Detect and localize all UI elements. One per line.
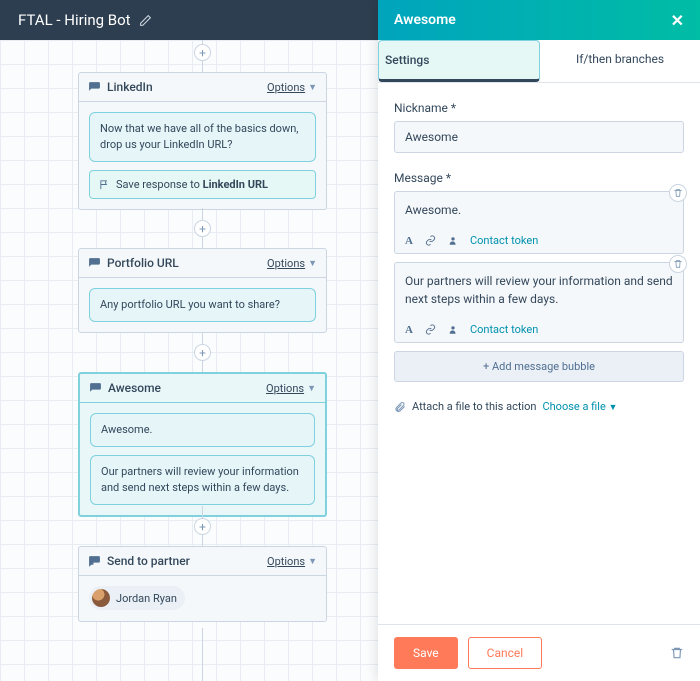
save-response-action[interactable]: Save response to LinkedIn URL: [89, 170, 316, 199]
message-toolbar: A Contact token: [395, 228, 683, 253]
link-icon[interactable]: [425, 235, 436, 246]
flag-icon: [99, 179, 110, 190]
field-message: Message * Awesome. A Contact token Our p…: [394, 171, 684, 382]
message-editor[interactable]: Awesome. A Contact token: [394, 191, 684, 254]
add-message-bubble-button[interactable]: + Add message bubble: [394, 351, 684, 382]
node-body: Awesome. Our partners will review your i…: [80, 403, 325, 515]
message-icon: [88, 81, 101, 94]
flow-canvas[interactable]: + LinkedIn Options ▼ Now that we have al…: [0, 40, 378, 681]
node-header: Awesome Options ▼: [80, 374, 325, 403]
message-bubble[interactable]: Awesome.: [90, 413, 315, 447]
settings-panel: Awesome ✕ Settings If/then branches Nick…: [378, 0, 700, 681]
node-body: Now that we have all of the basics down,…: [79, 102, 326, 209]
chevron-down-icon: ▼: [308, 556, 317, 567]
personalize-icon[interactable]: [448, 325, 458, 335]
connector: [202, 506, 203, 518]
node-options-button[interactable]: Options: [267, 555, 305, 568]
node-linkedin[interactable]: LinkedIn Options ▼ Now that we have all …: [78, 72, 327, 210]
node-title: Portfolio URL: [107, 256, 267, 270]
connector: [202, 237, 203, 248]
chevron-down-icon: ▼: [308, 258, 317, 269]
tab-settings[interactable]: Settings: [378, 40, 540, 82]
font-icon[interactable]: A: [405, 324, 413, 336]
node-header: Portfolio URL Options ▼: [79, 249, 326, 278]
node-portfolio[interactable]: Portfolio URL Options ▼ Any portfolio UR…: [78, 248, 327, 333]
message-bubble[interactable]: Now that we have all of the basics down,…: [89, 112, 316, 162]
tab-branches[interactable]: If/then branches: [540, 40, 700, 82]
person-name: Jordan Ryan: [116, 592, 177, 605]
add-node-button[interactable]: +: [194, 344, 211, 361]
node-title: Send to partner: [107, 554, 267, 568]
edit-title-icon[interactable]: [139, 14, 152, 27]
nickname-input[interactable]: [394, 121, 684, 153]
add-node-button[interactable]: +: [194, 518, 211, 535]
save-button[interactable]: Save: [394, 637, 458, 669]
attach-label: Attach a file to this action: [412, 400, 536, 413]
message-toolbar: A Contact token: [395, 317, 683, 342]
connector: [202, 535, 203, 546]
node-header: LinkedIn Options ▼: [79, 73, 326, 102]
node-send-partner[interactable]: Send to partner Options ▼ Jordan Ryan: [78, 546, 327, 622]
message-icon: [89, 382, 102, 395]
page-title: FTAL - Hiring Bot: [18, 11, 131, 29]
node-options-button[interactable]: Options: [266, 382, 304, 395]
message-icon: [88, 257, 101, 270]
message-text[interactable]: Awesome.: [395, 192, 683, 228]
connector: [202, 208, 203, 220]
nickname-label: Nickname *: [394, 101, 684, 115]
panel-header: Awesome ✕: [378, 0, 700, 40]
cancel-button[interactable]: Cancel: [468, 637, 543, 669]
attach-file-row: Attach a file to this action Choose a fi…: [394, 400, 684, 413]
panel-body: Nickname * Message * Awesome. A Contact …: [378, 83, 700, 624]
node-options-button[interactable]: Options: [267, 257, 305, 270]
connector: [202, 361, 203, 372]
node-options-button[interactable]: Options: [267, 81, 305, 94]
panel-title: Awesome: [394, 12, 456, 28]
close-icon[interactable]: ✕: [671, 11, 684, 30]
delete-bubble-icon[interactable]: [669, 255, 687, 273]
personalize-icon[interactable]: [448, 236, 458, 246]
chevron-down-icon: ▼: [308, 82, 317, 93]
message-editor[interactable]: Our partners will review your informatio…: [394, 262, 684, 343]
choose-file-link[interactable]: Choose a file ▼: [542, 400, 617, 413]
node-title: LinkedIn: [107, 80, 267, 94]
node-body: Any portfolio URL you want to share?: [79, 278, 326, 332]
message-bubble[interactable]: Our partners will review your informatio…: [90, 455, 315, 505]
contact-token-link[interactable]: Contact token: [470, 323, 538, 336]
contact-token-link[interactable]: Contact token: [470, 234, 538, 247]
avatar: [92, 589, 110, 607]
agent-icon: [88, 555, 101, 568]
add-node-button[interactable]: +: [194, 220, 211, 237]
panel-footer: Save Cancel: [378, 624, 700, 681]
person-chip[interactable]: Jordan Ryan: [89, 586, 185, 610]
delete-bubble-icon[interactable]: [669, 184, 687, 202]
node-title: Awesome: [108, 381, 266, 395]
chevron-down-icon: ▼: [609, 403, 618, 413]
node-header: Send to partner Options ▼: [79, 547, 326, 576]
chevron-down-icon: ▼: [307, 383, 316, 394]
attachment-icon: [394, 401, 406, 413]
connector: [202, 332, 203, 344]
add-node-button[interactable]: +: [194, 44, 211, 61]
connector: [202, 628, 203, 681]
node-body: Jordan Ryan: [79, 576, 326, 621]
message-bubble[interactable]: Any portfolio URL you want to share?: [89, 288, 316, 322]
action-text: Save response to LinkedIn URL: [116, 178, 268, 191]
message-label: Message *: [394, 171, 684, 185]
message-text[interactable]: Our partners will review your informatio…: [395, 263, 683, 317]
font-icon[interactable]: A: [405, 235, 413, 247]
node-awesome[interactable]: Awesome Options ▼ Awesome. Our partners …: [78, 372, 327, 517]
panel-tabs: Settings If/then branches: [378, 40, 700, 83]
delete-action-icon[interactable]: [670, 646, 684, 660]
field-nickname: Nickname *: [394, 101, 684, 153]
connector: [202, 61, 203, 72]
link-icon[interactable]: [425, 324, 436, 335]
